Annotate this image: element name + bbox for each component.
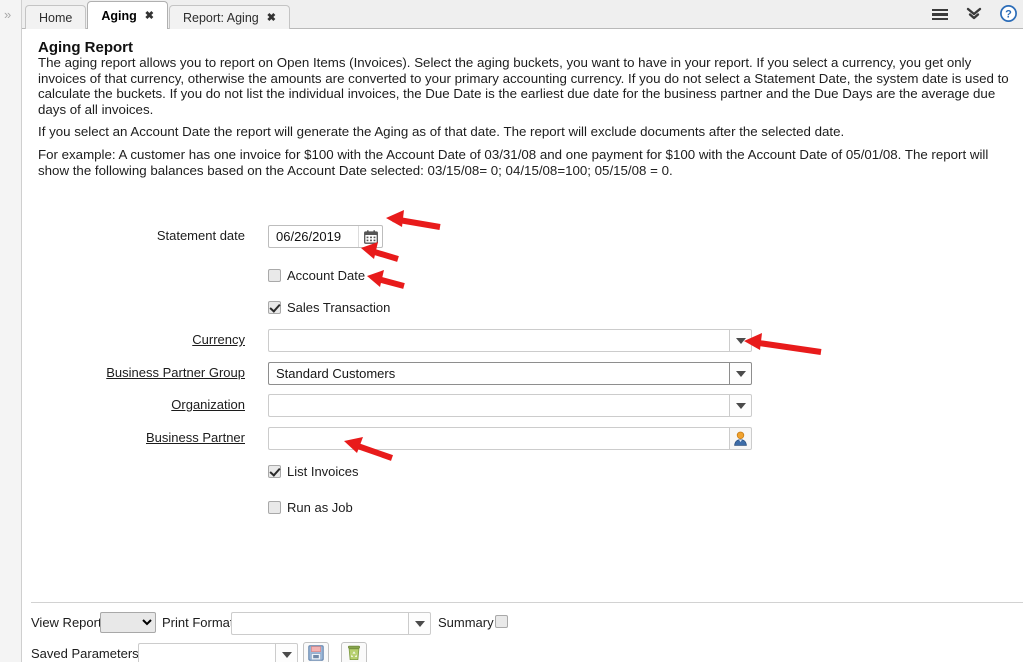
business-partner-group-value[interactable]: Standard Customers (268, 362, 729, 385)
list-invoices-label[interactable]: List Invoices (287, 464, 359, 479)
window-toolbar: ? (932, 0, 1017, 29)
report-toolbar: View Report Print Format Summary Saved P… (23, 610, 1023, 662)
chevron-down-icon[interactable] (408, 612, 431, 635)
print-format-value[interactable] (231, 612, 408, 635)
business-partner-group-label[interactable]: Business Partner Group (15, 362, 245, 384)
run-as-job-label[interactable]: Run as Job (287, 500, 353, 515)
saved-parameters-label: Saved Parameters (31, 646, 139, 661)
floppy-disk-icon (308, 644, 324, 662)
view-report-label: View Report (31, 615, 102, 630)
statement-date-field[interactable]: 06/26/2019 (268, 225, 383, 248)
toolbar-divider (31, 602, 1023, 603)
tab-label: Aging (101, 8, 137, 23)
chevron-down-icon[interactable] (275, 643, 298, 662)
view-report-select[interactable] (100, 612, 156, 633)
chevron-down-icon[interactable] (729, 394, 752, 417)
tab-report-aging[interactable]: Report: Aging ✖ (168, 5, 290, 29)
statement-date-label: Statement date (156, 228, 245, 243)
description-paragraph-2: If you select an Account Date the report… (38, 124, 845, 139)
list-invoices-checkbox[interactable] (268, 465, 281, 478)
business-partner-group-combobox[interactable]: Standard Customers (268, 362, 752, 385)
account-date-label[interactable]: Account Date (287, 268, 365, 283)
currency-value[interactable] (268, 329, 729, 352)
recycle-bin-icon (346, 645, 362, 662)
page-title: Aging Report (38, 39, 133, 56)
help-icon[interactable]: ? (1000, 5, 1017, 24)
chevron-down-icon[interactable] (729, 362, 752, 385)
chevron-double-down-icon[interactable] (966, 7, 982, 23)
chevron-down-icon[interactable] (729, 329, 752, 352)
statement-date-value[interactable]: 06/26/2019 (269, 229, 358, 244)
user-icon[interactable] (729, 427, 752, 450)
close-icon[interactable]: ✖ (267, 11, 276, 24)
currency-label[interactable]: Currency (15, 329, 245, 351)
expand-sidebar-icon[interactable]: » (4, 8, 11, 21)
organization-combobox[interactable] (268, 394, 752, 417)
business-partner-value[interactable] (268, 427, 729, 450)
tab-home[interactable]: Home (25, 5, 87, 29)
description-paragraph-1: The aging report allows you to report on… (38, 55, 1009, 117)
summary-label: Summary (438, 615, 494, 630)
save-parameters-button[interactable] (303, 642, 329, 662)
summary-checkbox[interactable] (495, 615, 508, 628)
tab-bar: Home Aging ✖ Report: Aging ✖ ? (0, 0, 1023, 29)
saved-parameters-combobox[interactable] (138, 643, 298, 662)
run-as-job-checkbox[interactable] (268, 501, 281, 514)
tab-list: Home Aging ✖ Report: Aging ✖ (25, 0, 291, 29)
sales-transaction-label[interactable]: Sales Transaction (287, 300, 390, 315)
list-invoices-checkbox-row: List Invoices (268, 464, 359, 479)
sales-transaction-checkbox[interactable] (268, 301, 281, 314)
delete-parameters-button[interactable] (341, 642, 367, 662)
organization-label[interactable]: Organization (15, 394, 245, 416)
saved-parameters-value[interactable] (138, 643, 275, 662)
application-window: » Home Aging ✖ Report: Aging ✖ ? Aging R… (0, 0, 1023, 662)
business-partner-label[interactable]: Business Partner (15, 427, 245, 449)
left-gutter: » (0, 0, 22, 662)
business-partner-field[interactable] (268, 427, 752, 450)
calendar-icon[interactable] (358, 226, 382, 247)
account-date-checkbox-row: Account Date (268, 268, 365, 283)
tab-label: Report: Aging (182, 10, 259, 25)
run-as-job-checkbox-row: Run as Job (268, 500, 353, 515)
print-format-label: Print Format (162, 615, 234, 630)
account-date-checkbox[interactable] (268, 269, 281, 282)
menu-icon[interactable] (932, 8, 948, 21)
close-icon[interactable]: ✖ (145, 9, 154, 22)
sales-transaction-checkbox-row: Sales Transaction (268, 300, 390, 315)
svg-text:?: ? (1005, 8, 1012, 20)
tab-label: Home (39, 10, 73, 25)
description-paragraph-3: For example: A customer has one invoice … (38, 147, 989, 178)
report-parameters-panel: Aging Report The aging report allows you… (23, 30, 1023, 662)
currency-combobox[interactable] (268, 329, 752, 352)
organization-value[interactable] (268, 394, 729, 417)
print-format-combobox[interactable] (231, 612, 431, 635)
tab-aging[interactable]: Aging ✖ (87, 1, 168, 29)
